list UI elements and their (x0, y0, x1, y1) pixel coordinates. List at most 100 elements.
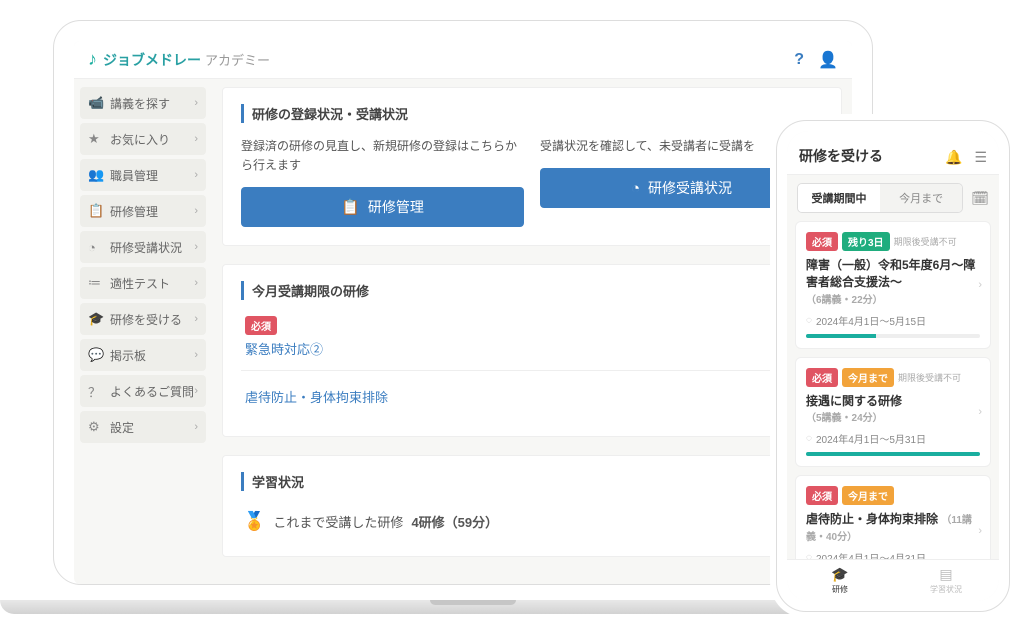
section-title: 研修の登録状況・受講状況 (241, 104, 823, 123)
badge-note: 期限後受講不可 (898, 371, 961, 384)
chevron-right-icon: › (194, 349, 198, 361)
mobile-app: 研修を受ける 🔔 ☰ 受講期間中 今月まで 🗓 必須残り3日期限後受講不可 障害… (787, 131, 999, 601)
chevron-right-icon: › (194, 133, 198, 145)
sidebar-icon: 📹 (88, 95, 104, 111)
sidebar-icon: 👥 (88, 167, 104, 183)
training-card[interactable]: 必須今月まで期限後受講不可 接遇に関する研修 （5講義・24分） ◌2024年4… (795, 357, 991, 468)
calendar-icon[interactable]: 🗓 (971, 190, 989, 207)
sidebar-item-label: 研修受講状況 (110, 239, 194, 256)
sidebar-icon: ⚙ (88, 419, 104, 435)
chevron-right-icon: › (194, 97, 198, 109)
page-title: 研修を受ける (799, 146, 933, 166)
bottom-nav: 🎓 研修 ▤ 学習状況 (787, 559, 999, 601)
sidebar-item-8[interactable]: ？ よくあるご質問 › (80, 375, 206, 407)
graduation-icon: 🎓 (831, 566, 848, 583)
bell-icon[interactable]: 🔔 (945, 149, 962, 166)
chevron-right-icon: › (194, 205, 198, 217)
user-icon[interactable]: 👤 (818, 50, 838, 70)
row-title: 緊急時対応② (245, 339, 803, 358)
sidebar-icon: ◔ (88, 240, 104, 255)
chevron-right-icon: › (194, 421, 198, 433)
logo-text: ジョブメドレー (103, 50, 201, 70)
sidebar-icon: ？ (88, 382, 104, 401)
status-badge: 今月まで (842, 486, 894, 505)
chevron-right-icon: › (194, 241, 198, 253)
card-registration: 研修の登録状況・受講状況 登録済の研修の見直し、新規研修の登録はこちらから行えま… (222, 87, 842, 246)
deadline-row[interactable]: 必須 緊急時対応② 0% (241, 314, 823, 370)
card-deadline: 今月受講期限の研修 必須 緊急時対応② 0% 虐待防止・身体拘束排除 0% (222, 264, 842, 437)
tab-month[interactable]: 今月まで (880, 184, 962, 212)
logo-sub: アカデミー (205, 50, 270, 69)
sidebar-item-7[interactable]: 💬 掲示板 › (80, 339, 206, 371)
phone-notch (848, 121, 938, 139)
card-meta: （6講義・22分） (806, 295, 883, 306)
award-icon: 🏅 (243, 511, 265, 532)
sidebar-item-label: 講義を探す (110, 95, 194, 112)
chevron-right-icon: › (194, 277, 198, 289)
card-title: 障害（一般）令和5年度6月〜障害者総合支援法〜 (806, 258, 975, 289)
laptop-frame: ♪ ジョブメドレー アカデミー ? 👤 📹 講義を探す ›★ お気に入り ›👥 … (53, 20, 873, 585)
sidebar-item-label: 適性テスト (110, 275, 194, 292)
card-title: 接遇に関する研修 (806, 394, 902, 408)
sidebar-item-5[interactable]: ≔ 適性テスト › (80, 267, 206, 299)
sidebar-item-1[interactable]: ★ お気に入り › (80, 123, 206, 155)
sidebar-item-label: お気に入り (110, 131, 194, 148)
status-badge: 必須 (806, 368, 838, 387)
sidebar-icon: ★ (88, 131, 104, 147)
required-badge: 必須 (245, 316, 277, 335)
section-title: 学習状況 (241, 472, 823, 491)
segment-control: 受講期間中 今月まで (797, 183, 963, 213)
chevron-right-icon: › (978, 406, 982, 418)
status-badge: 今月まで (842, 368, 894, 387)
deadline-row[interactable]: 虐待防止・身体拘束排除 0% (241, 370, 823, 418)
clipboard-icon: 📋 (341, 198, 360, 216)
tab-current[interactable]: 受講期間中 (798, 184, 880, 212)
chevron-right-icon: › (194, 385, 198, 397)
sidebar-icon: 🎓 (88, 311, 104, 327)
book-icon: ▤ (939, 566, 952, 583)
desktop-app: ♪ ジョブメドレー アカデミー ? 👤 📹 講義を探す ›★ お気に入り ›👥 … (74, 41, 852, 584)
sidebar-item-label: よくあるご質問 (110, 383, 194, 400)
section-title: 今月受講期限の研修 (241, 281, 823, 300)
sidebar-icon: ≔ (88, 275, 104, 291)
sidebar-item-4[interactable]: ◔ 研修受講状況 › (80, 231, 206, 263)
sidebar-icon: 💬 (88, 347, 104, 363)
sidebar-item-label: 掲示板 (110, 347, 194, 364)
sidebar-item-label: 設定 (110, 419, 194, 436)
card-text: 登録済の研修の見直し、新規研修の登録はこちらから行えます (241, 137, 524, 175)
sidebar-item-label: 研修管理 (110, 203, 194, 220)
clock-icon: ◌ (806, 433, 812, 444)
sidebar-item-6[interactable]: 🎓 研修を受ける › (80, 303, 206, 335)
sidebar-item-0[interactable]: 📹 講義を探す › (80, 87, 206, 119)
chevron-right-icon: › (194, 169, 198, 181)
sidebar-item-9[interactable]: ⚙ 設定 › (80, 411, 206, 443)
phone-frame: 研修を受ける 🔔 ☰ 受講期間中 今月まで 🗓 必須残り3日期限後受講不可 障害… (776, 120, 1010, 612)
nav-learning[interactable]: ▤ 学習状況 (893, 560, 999, 601)
sidebar-item-3[interactable]: 📋 研修管理 › (80, 195, 206, 227)
sidebar-item-2[interactable]: 👥 職員管理 › (80, 159, 206, 191)
chevron-right-icon: › (978, 279, 982, 291)
sidebar-item-label: 職員管理 (110, 167, 194, 184)
manage-training-button[interactable]: 📋 研修管理 (241, 187, 524, 227)
nav-training[interactable]: 🎓 研修 (787, 560, 893, 601)
training-card[interactable]: 必須残り3日期限後受講不可 障害（一般）令和5年度6月〜障害者総合支援法〜 （6… (795, 221, 991, 349)
stat-label: これまで受講した研修 (273, 512, 403, 531)
card-date: 2024年4月1日〜5月15日 (816, 313, 926, 328)
chevron-right-icon: › (978, 525, 982, 537)
progress-bar (806, 334, 980, 338)
sidebar: 📹 講義を探す ›★ お気に入り ›👥 職員管理 ›📋 研修管理 ›◔ 研修受講… (74, 79, 212, 575)
menu-icon[interactable]: ☰ (974, 149, 987, 166)
sidebar-item-label: 研修を受ける (110, 311, 194, 328)
card-title: 虐待防止・身体拘束排除 (806, 512, 938, 526)
status-badge: 残り3日 (842, 232, 890, 251)
stat-value: 4研修（59分） (411, 512, 498, 531)
status-badge: 必須 (806, 232, 838, 251)
logo-icon: ♪ (88, 49, 97, 70)
laptop-notch (430, 600, 516, 605)
progress-bar (806, 452, 980, 456)
sidebar-icon: 📋 (88, 203, 104, 219)
help-icon[interactable]: ? (794, 51, 804, 69)
chevron-right-icon: › (194, 313, 198, 325)
card-date: 2024年4月1日〜5月31日 (816, 431, 926, 446)
piechart-icon: ◔ (631, 180, 640, 197)
